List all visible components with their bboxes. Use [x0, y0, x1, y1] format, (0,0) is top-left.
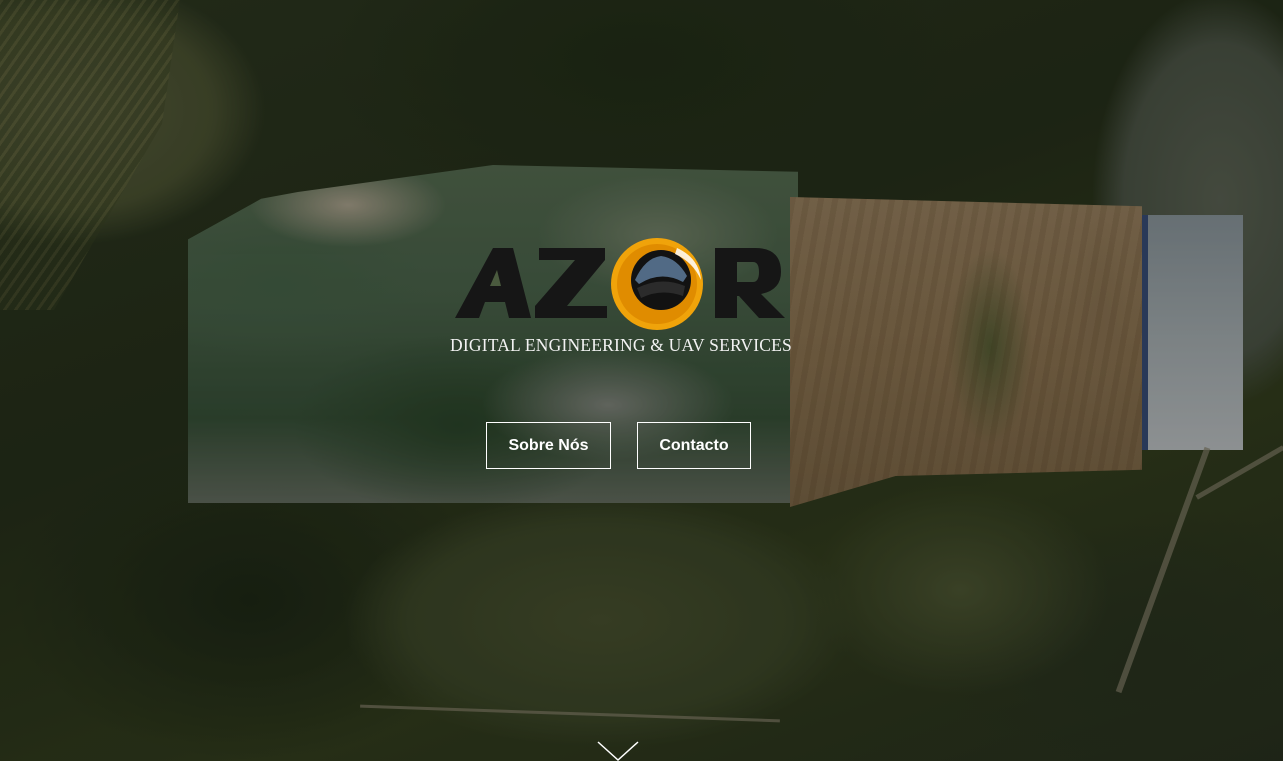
hero-section: DIGITAL ENGINEERING & UAV SERVICES Sobre…	[0, 0, 1283, 761]
logo-tagline: DIGITAL ENGINEERING & UAV SERVICES	[450, 335, 792, 355]
about-us-button[interactable]: Sobre Nós	[486, 422, 611, 469]
contact-button[interactable]: Contacto	[637, 422, 751, 469]
azor-logo[interactable]: DIGITAL ENGINEERING & UAV SERVICES	[443, 232, 803, 362]
chevron-down-icon[interactable]	[596, 740, 640, 761]
background-dim-overlay	[0, 0, 1283, 761]
azor-wordmark	[455, 238, 785, 330]
